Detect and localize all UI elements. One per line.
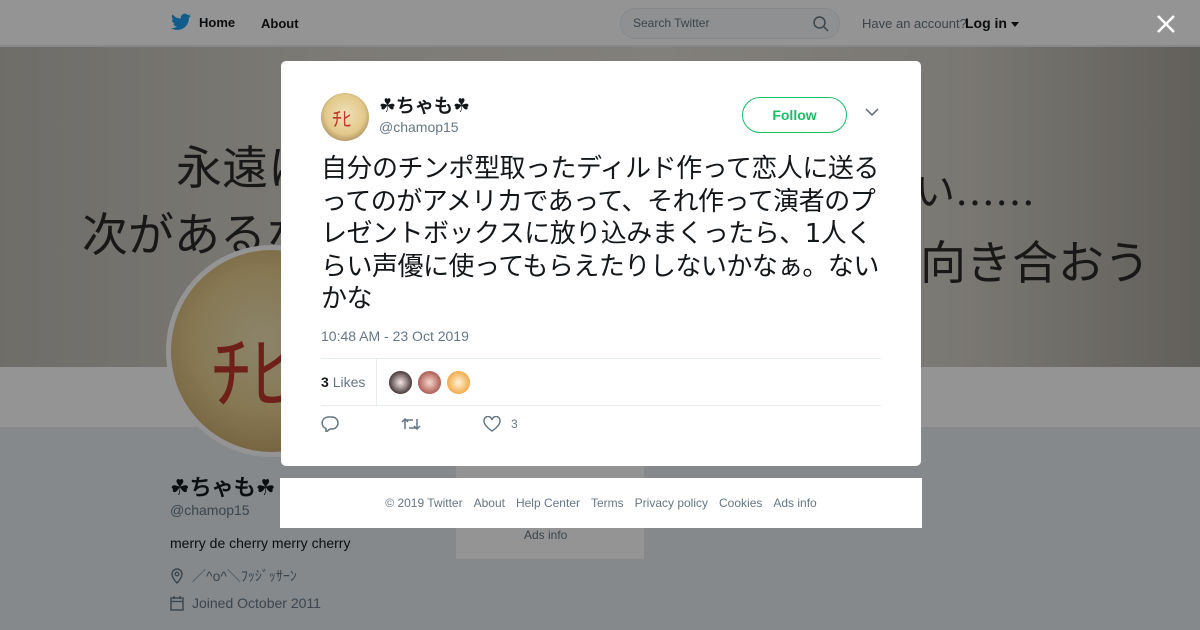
- tweet-author-name[interactable]: ☘ちゃも☘: [379, 91, 470, 118]
- liker-avatar[interactable]: [388, 370, 413, 395]
- liker-avatar[interactable]: [446, 370, 471, 395]
- stats-divider: [376, 359, 377, 405]
- chevron-down-icon[interactable]: [865, 107, 879, 117]
- reply-button[interactable]: [321, 416, 339, 432]
- footer-link-help-center[interactable]: Help Center: [516, 496, 580, 510]
- footer-link-about[interactable]: About: [474, 496, 505, 510]
- reply-icon: [321, 416, 339, 432]
- footer-link-ads-info[interactable]: Ads info: [773, 496, 816, 510]
- retweet-button[interactable]: [401, 416, 421, 432]
- tweet-actions: 3: [321, 416, 621, 438]
- footer-link-cookies[interactable]: Cookies: [719, 496, 762, 510]
- follow-button[interactable]: Follow: [742, 97, 847, 133]
- retweet-icon: [401, 417, 421, 431]
- likes-stat[interactable]: 3 Likes: [321, 374, 365, 390]
- likes-count: 3: [321, 374, 329, 390]
- footer-copyright: © 2019 Twitter: [385, 496, 463, 510]
- tweet-timestamp[interactable]: 10:48 AM - 23 Oct 2019: [321, 328, 469, 344]
- like-count: 3: [511, 417, 518, 431]
- liker-avatar[interactable]: [417, 370, 442, 395]
- footer-link-privacy[interactable]: Privacy policy: [635, 496, 708, 510]
- footer: © 2019 Twitter About Help Center Terms P…: [280, 478, 922, 528]
- tweet-modal: ﾁﾋ ☘ちゃも☘ @chamop15 Follow 自分のチンポ型取ったディルド…: [281, 61, 921, 466]
- tweet-stats: 3 Likes: [321, 358, 881, 406]
- like-button[interactable]: 3: [483, 416, 518, 432]
- tweet-author-handle[interactable]: @chamop15: [379, 119, 459, 135]
- tweet-text: 自分のチンポ型取ったディルド作って恋人に送るってのがアメリカであって、それ作って…: [321, 154, 879, 314]
- close-icon[interactable]: [1155, 13, 1177, 35]
- heart-icon: [483, 416, 501, 432]
- likes-label: Likes: [332, 374, 366, 390]
- footer-link-terms[interactable]: Terms: [591, 496, 624, 510]
- tweet-avatar[interactable]: ﾁﾋ: [321, 93, 369, 141]
